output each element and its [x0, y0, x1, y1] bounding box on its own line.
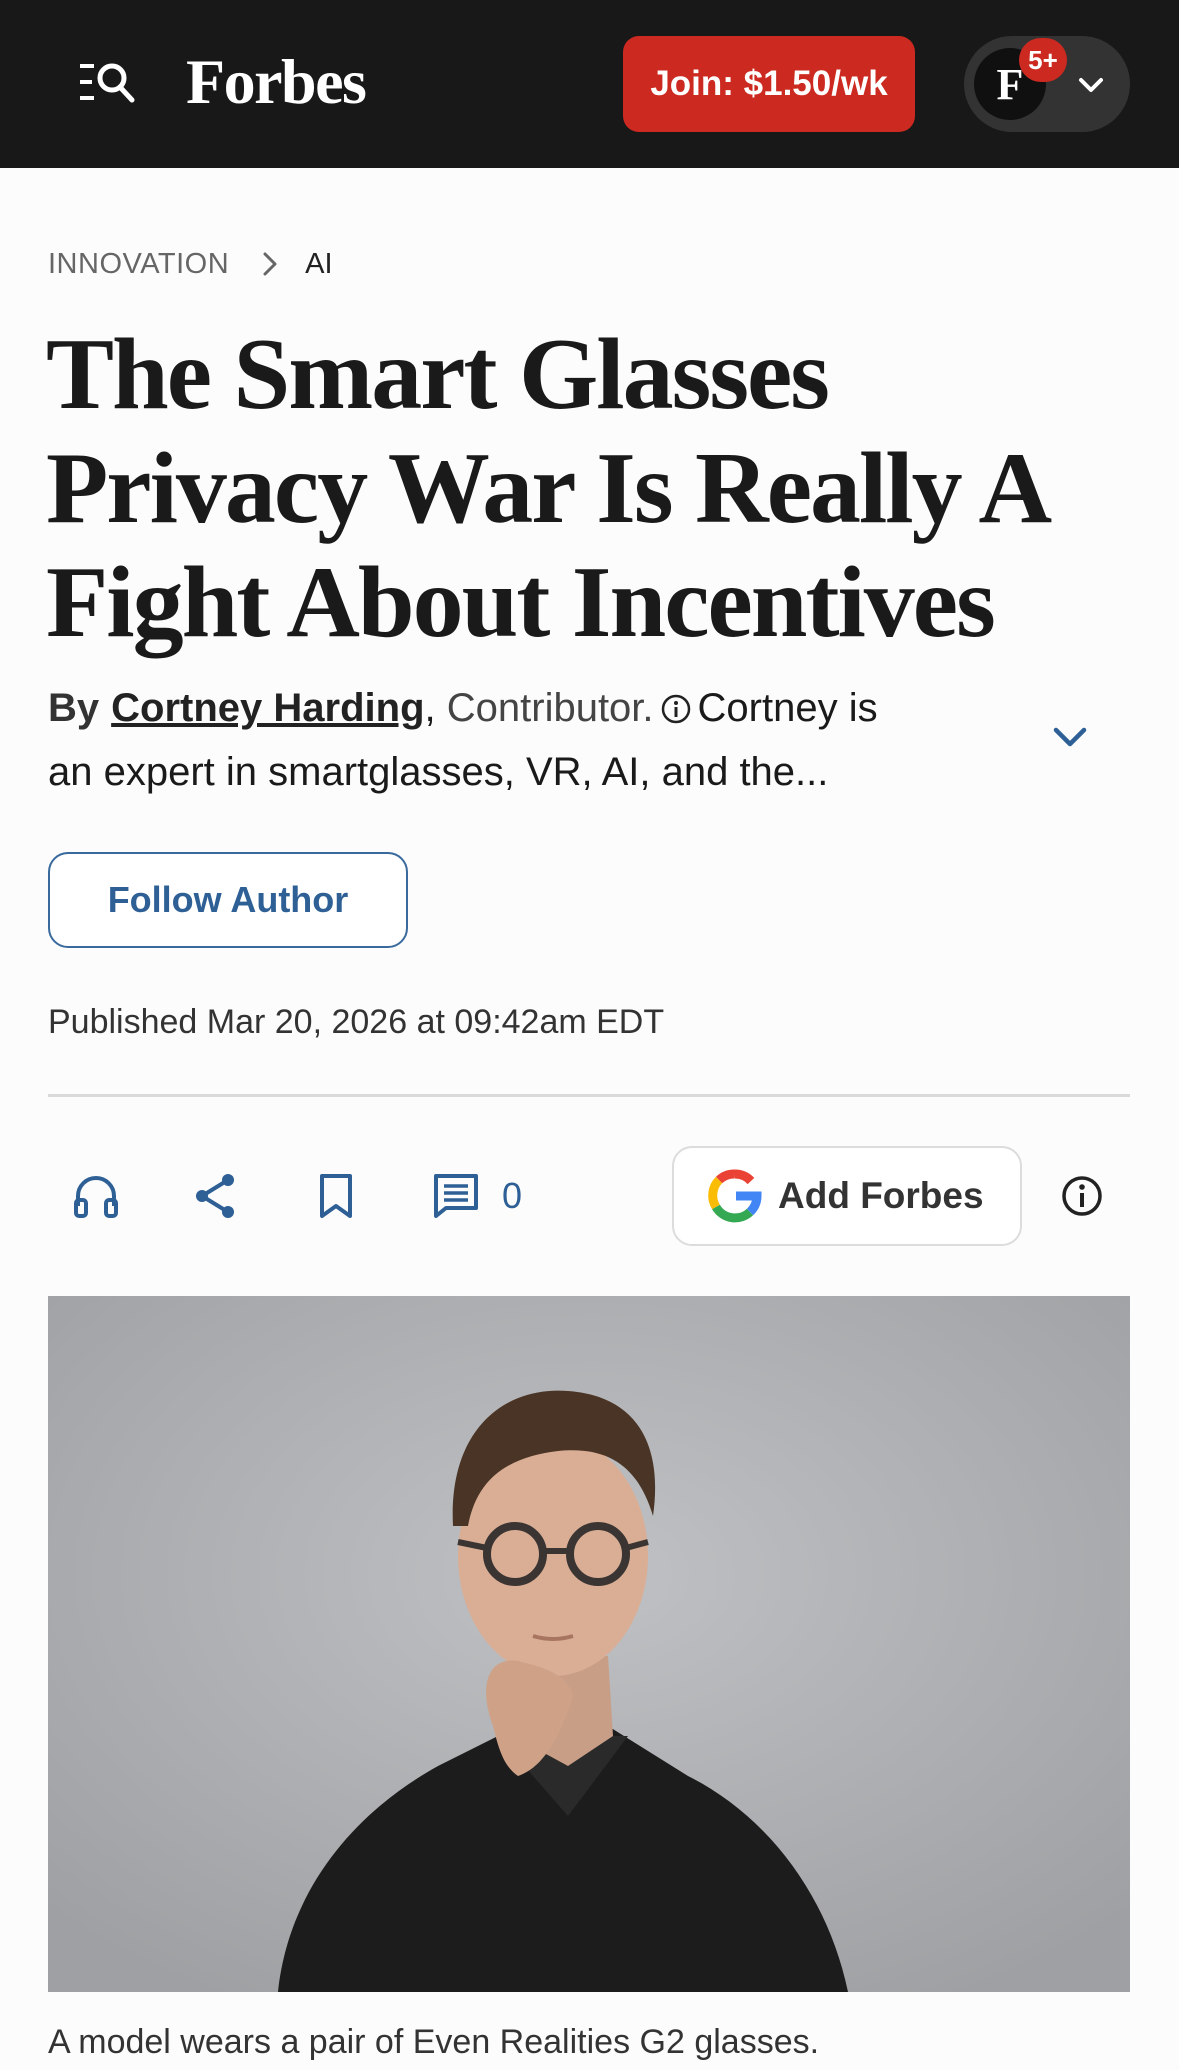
byline-by: By — [48, 686, 100, 730]
breadcrumb-ai[interactable]: AI — [305, 246, 332, 282]
byline-comma: , — [424, 686, 436, 730]
breadcrumb: INNOVATION AI — [48, 246, 333, 282]
divider — [48, 1094, 1130, 1097]
add-forbes-google-button[interactable]: Add Forbes — [672, 1146, 1022, 1246]
article-hero-image[interactable] — [48, 1296, 1130, 1992]
model-photo — [48, 1296, 1130, 1992]
join-subscription-button[interactable]: Join: $1.50/wk — [623, 36, 915, 132]
top-nav-bar: Forbes Join: $1.50/wk F 5+ — [0, 0, 1179, 168]
author-link[interactable]: Cortney Harding — [111, 686, 424, 730]
share-icon[interactable] — [190, 1170, 242, 1222]
account-menu[interactable]: F 5+ — [964, 36, 1130, 132]
byline: By Cortney Harding, Contributor. Cortney … — [48, 676, 998, 804]
breadcrumb-innovation[interactable]: INNOVATION — [48, 246, 229, 282]
notification-badge: 5+ — [1019, 38, 1067, 82]
published-date: Published Mar 20, 2026 at 09:42am EDT — [48, 1003, 665, 1041]
google-icon — [708, 1169, 762, 1223]
forbes-logo[interactable]: Forbes — [186, 44, 367, 120]
add-forbes-label: Add Forbes — [778, 1175, 984, 1216]
contributor-role: Contributor. — [446, 686, 654, 730]
info-icon[interactable] — [1060, 1174, 1104, 1218]
image-caption: A model wears a pair of Even Realities G… — [48, 2023, 820, 2061]
comment-icon[interactable] — [430, 1170, 482, 1222]
expand-bio-chevron-icon[interactable] — [1050, 722, 1090, 752]
headphones-icon[interactable] — [70, 1170, 122, 1222]
bookmark-icon[interactable] — [310, 1170, 362, 1222]
follow-author-button[interactable]: Follow Author — [48, 852, 408, 948]
info-icon[interactable] — [660, 693, 692, 725]
chevron-down-icon[interactable] — [1076, 70, 1106, 100]
chevron-right-icon — [263, 252, 277, 276]
comment-count[interactable]: 0 — [502, 1172, 522, 1220]
author-bio-start: Cortney is — [697, 686, 878, 730]
menu-search-icon[interactable] — [80, 60, 136, 104]
author-bio: an expert in smartglasses, VR, AI, and t… — [48, 750, 829, 794]
article-title: The Smart Glasses Privacy War Is Really … — [46, 318, 1047, 659]
